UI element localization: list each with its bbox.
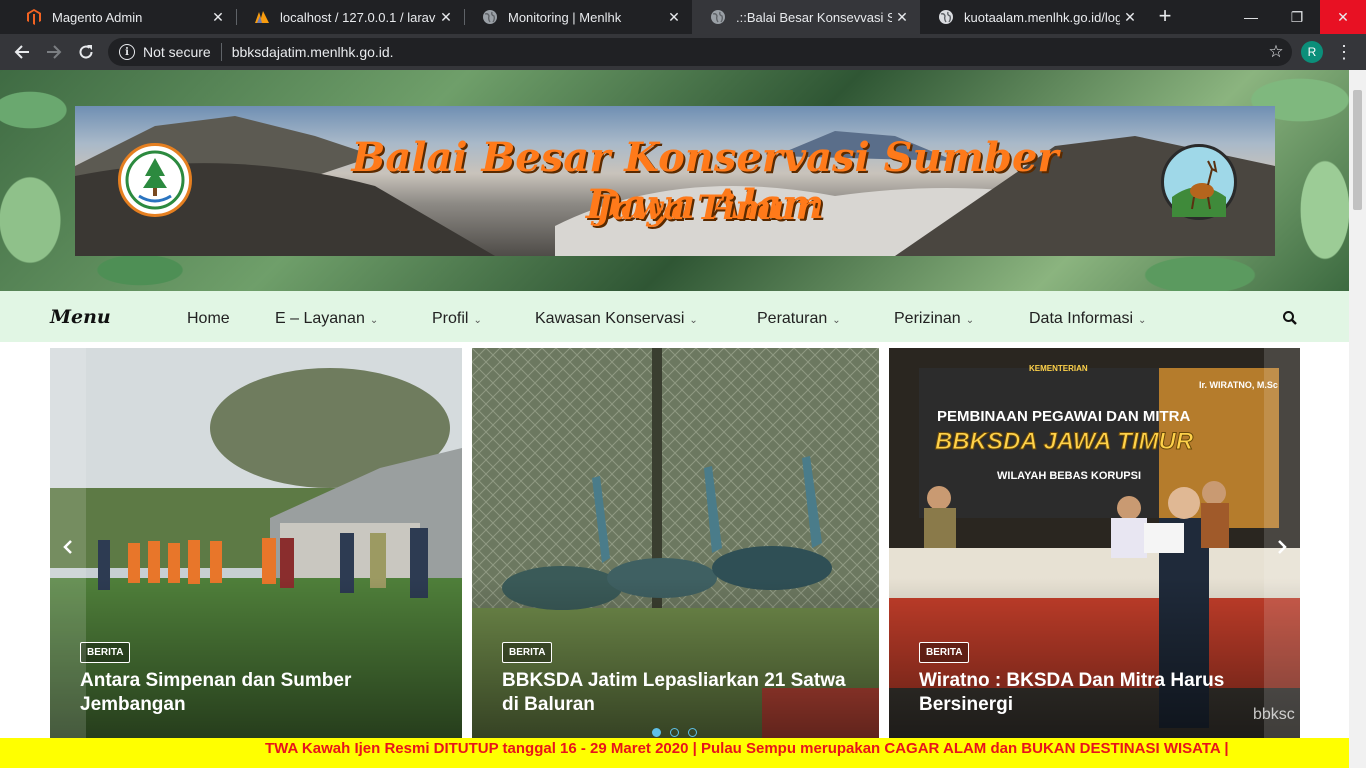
slider-dot[interactable] (652, 728, 661, 737)
tab-magento-admin[interactable]: Magento Admin ✕ (8, 0, 236, 34)
slider-pagination (652, 728, 697, 737)
close-tab-icon[interactable]: ✕ (664, 9, 684, 26)
security-status: Not secure (143, 44, 211, 60)
bbksda-deer-logo (1161, 144, 1237, 220)
nav-item-label: Home (187, 310, 230, 327)
close-window-icon[interactable]: ✕ (1320, 0, 1366, 34)
nav-item-label: Kawasan Konservasi (535, 310, 685, 327)
category-badge[interactable]: BERITA (919, 642, 970, 663)
chevron-down-icon: ⌄ (473, 315, 482, 326)
slider-dot[interactable] (688, 728, 697, 737)
chevron-down-icon: ⌄ (1138, 315, 1147, 326)
back-icon[interactable] (8, 38, 36, 66)
news-card[interactable]: KEMENTERIAN Ir. WIRATNO, M.Sc PEMBINAAN … (889, 348, 1300, 748)
menu-label[interactable]: Menu (50, 306, 111, 328)
nav-item-label: Peraturan (757, 310, 828, 327)
nav-item-label: E – Layanan (275, 310, 365, 327)
web-page: Balai Besar Konservasi Sumber Daya Alam … (0, 70, 1349, 768)
phpmyadmin-icon (254, 9, 270, 25)
news-title[interactable]: BBKSDA Jatim Lepasliarkan 21 Satwa di Ba… (502, 669, 862, 717)
browser-tab-strip: Magento Admin ✕ localhost / 127.0.0.1 / … (0, 0, 1366, 34)
globe-icon (710, 9, 726, 25)
news-title[interactable]: Wiratno : BKSDA Dan Mitra Harus Bersiner… (919, 669, 1279, 717)
announcement-ticker: TWA Kawah Ijen Resmi DITUTUP tanggal 16 … (0, 738, 1349, 768)
event-banner-line2: BBKSDA JAWA TIMUR (934, 428, 1194, 456)
card-gradient-overlay (472, 578, 879, 748)
tab-title: localhost / 127.0.0.1 / laravel / (280, 9, 436, 25)
event-banner-line1: PEMBINAAN PEGAWAI DAN MITRA (937, 408, 1191, 425)
nav-item-perizinan[interactable]: Perizinan ⌄ (894, 310, 974, 328)
chevron-down-icon: ⌄ (369, 315, 379, 326)
tab-bbksda-active[interactable]: .::Balai Besar Konsevvasi Sumb ✕ (692, 0, 920, 34)
tab-title: kuotaalam.menlhk.go.id/login (964, 9, 1120, 25)
card-gradient-overlay (889, 578, 1300, 748)
nav-item-peraturan[interactable]: Peraturan ⌄ (757, 310, 841, 328)
nav-item-label: Perizinan (894, 310, 961, 327)
category-badge[interactable]: BERITA (502, 642, 553, 663)
news-slider: BERITA Antara Simpenan dan Sumber Jemban… (50, 348, 1300, 748)
info-icon[interactable]: i (119, 44, 135, 60)
omnibox-divider (220, 43, 222, 61)
globe-icon (938, 9, 954, 25)
address-bar[interactable]: i Not secure bbksdajatim.menlhk.go.id. (108, 38, 1292, 66)
header-foliage-background: Balai Besar Konservasi Sumber Daya Alam … (0, 70, 1349, 291)
main-navigation: Menu Home E – Layanan ⌄ Profil ⌄ Kawasan K… (0, 291, 1349, 342)
nav-item-home[interactable]: Home (187, 310, 230, 328)
close-tab-icon[interactable]: ✕ (1120, 9, 1140, 26)
nav-item-data-informasi[interactable]: Data Informasi ⌄ (1029, 310, 1146, 328)
chevron-down-icon: ⌄ (832, 315, 841, 326)
tab-kuotaalam[interactable]: kuotaalam.menlhk.go.id/login ✕ (920, 0, 1148, 34)
restore-icon[interactable]: ❐ (1274, 0, 1320, 34)
scrollbar-thumb[interactable] (1353, 90, 1362, 210)
minimize-icon[interactable]: — (1228, 0, 1274, 34)
news-card[interactable]: BERITA Antara Simpenan dan Sumber Jemban… (50, 348, 462, 748)
nav-item-e-layanan[interactable]: E – Layanan ⌄ (275, 310, 378, 328)
slider-dot[interactable] (670, 728, 679, 737)
profile-avatar[interactable]: R (1301, 41, 1323, 63)
chevron-down-icon: ⌄ (965, 315, 975, 326)
close-tab-icon[interactable]: ✕ (208, 9, 228, 26)
nav-item-label: Profil (432, 310, 469, 327)
news-card[interactable]: BERITA BBKSDA Jatim Lepasliarkan 21 Satw… (472, 348, 879, 748)
bookmark-star-icon[interactable]: ☆ (1262, 38, 1290, 66)
tab-title: Monitoring | Menlhk (508, 9, 622, 25)
tab-monitoring[interactable]: Monitoring | Menlhk ✕ (464, 0, 692, 34)
forward-icon[interactable] (40, 38, 68, 66)
tab-title: .::Balai Besar Konsevvasi Sumb (736, 9, 892, 25)
new-tab-icon[interactable]: + (1153, 5, 1177, 29)
slider-prev-button[interactable] (50, 348, 86, 748)
nav-item-kawasan-konservasi[interactable]: Kawasan Konservasi ⌄ (535, 310, 698, 328)
globe-icon (482, 9, 498, 25)
chevron-left-icon (63, 538, 73, 559)
card-gradient-overlay (50, 578, 462, 748)
news-title[interactable]: Antara Simpenan dan Sumber Jembangan (80, 669, 440, 717)
header-subtitle: Jawa Timur (595, 188, 815, 228)
url-text[interactable]: bbksdajatim.menlhk.go.id. (232, 44, 394, 60)
tab-title: Magento Admin (52, 9, 143, 25)
magento-icon (26, 9, 42, 25)
chevron-right-icon (1277, 538, 1287, 559)
header-banner: Balai Besar Konservasi Sumber Daya Alam … (75, 106, 1275, 256)
search-icon[interactable] (1282, 310, 1298, 326)
category-badge[interactable]: BERITA (80, 642, 131, 663)
ticker-text[interactable]: TWA Kawah Ijen Resmi DITUTUP tanggal 16 … (265, 740, 1229, 757)
browser-menu-icon[interactable]: ⋮ (1330, 38, 1358, 66)
nav-item-label: Data Informasi (1029, 310, 1134, 327)
klhk-logo (118, 143, 192, 217)
close-tab-icon[interactable]: ✕ (436, 9, 456, 26)
close-tab-icon[interactable]: ✕ (892, 9, 912, 26)
reload-icon[interactable] (72, 38, 100, 66)
event-banner-line3: WILAYAH BEBAS KORUPSI (997, 470, 1142, 482)
slider-next-button[interactable] (1264, 348, 1300, 748)
tab-phpmyadmin[interactable]: localhost / 127.0.0.1 / laravel / ✕ (236, 0, 464, 34)
event-banner-header: KEMENTERIAN (1029, 364, 1088, 373)
nav-item-profil[interactable]: Profil ⌄ (432, 310, 482, 328)
chevron-down-icon: ⌄ (689, 315, 698, 326)
page-scrollbar[interactable] (1349, 70, 1366, 768)
browser-toolbar: i Not secure bbksdajatim.menlhk.go.id. ☆… (0, 34, 1366, 70)
